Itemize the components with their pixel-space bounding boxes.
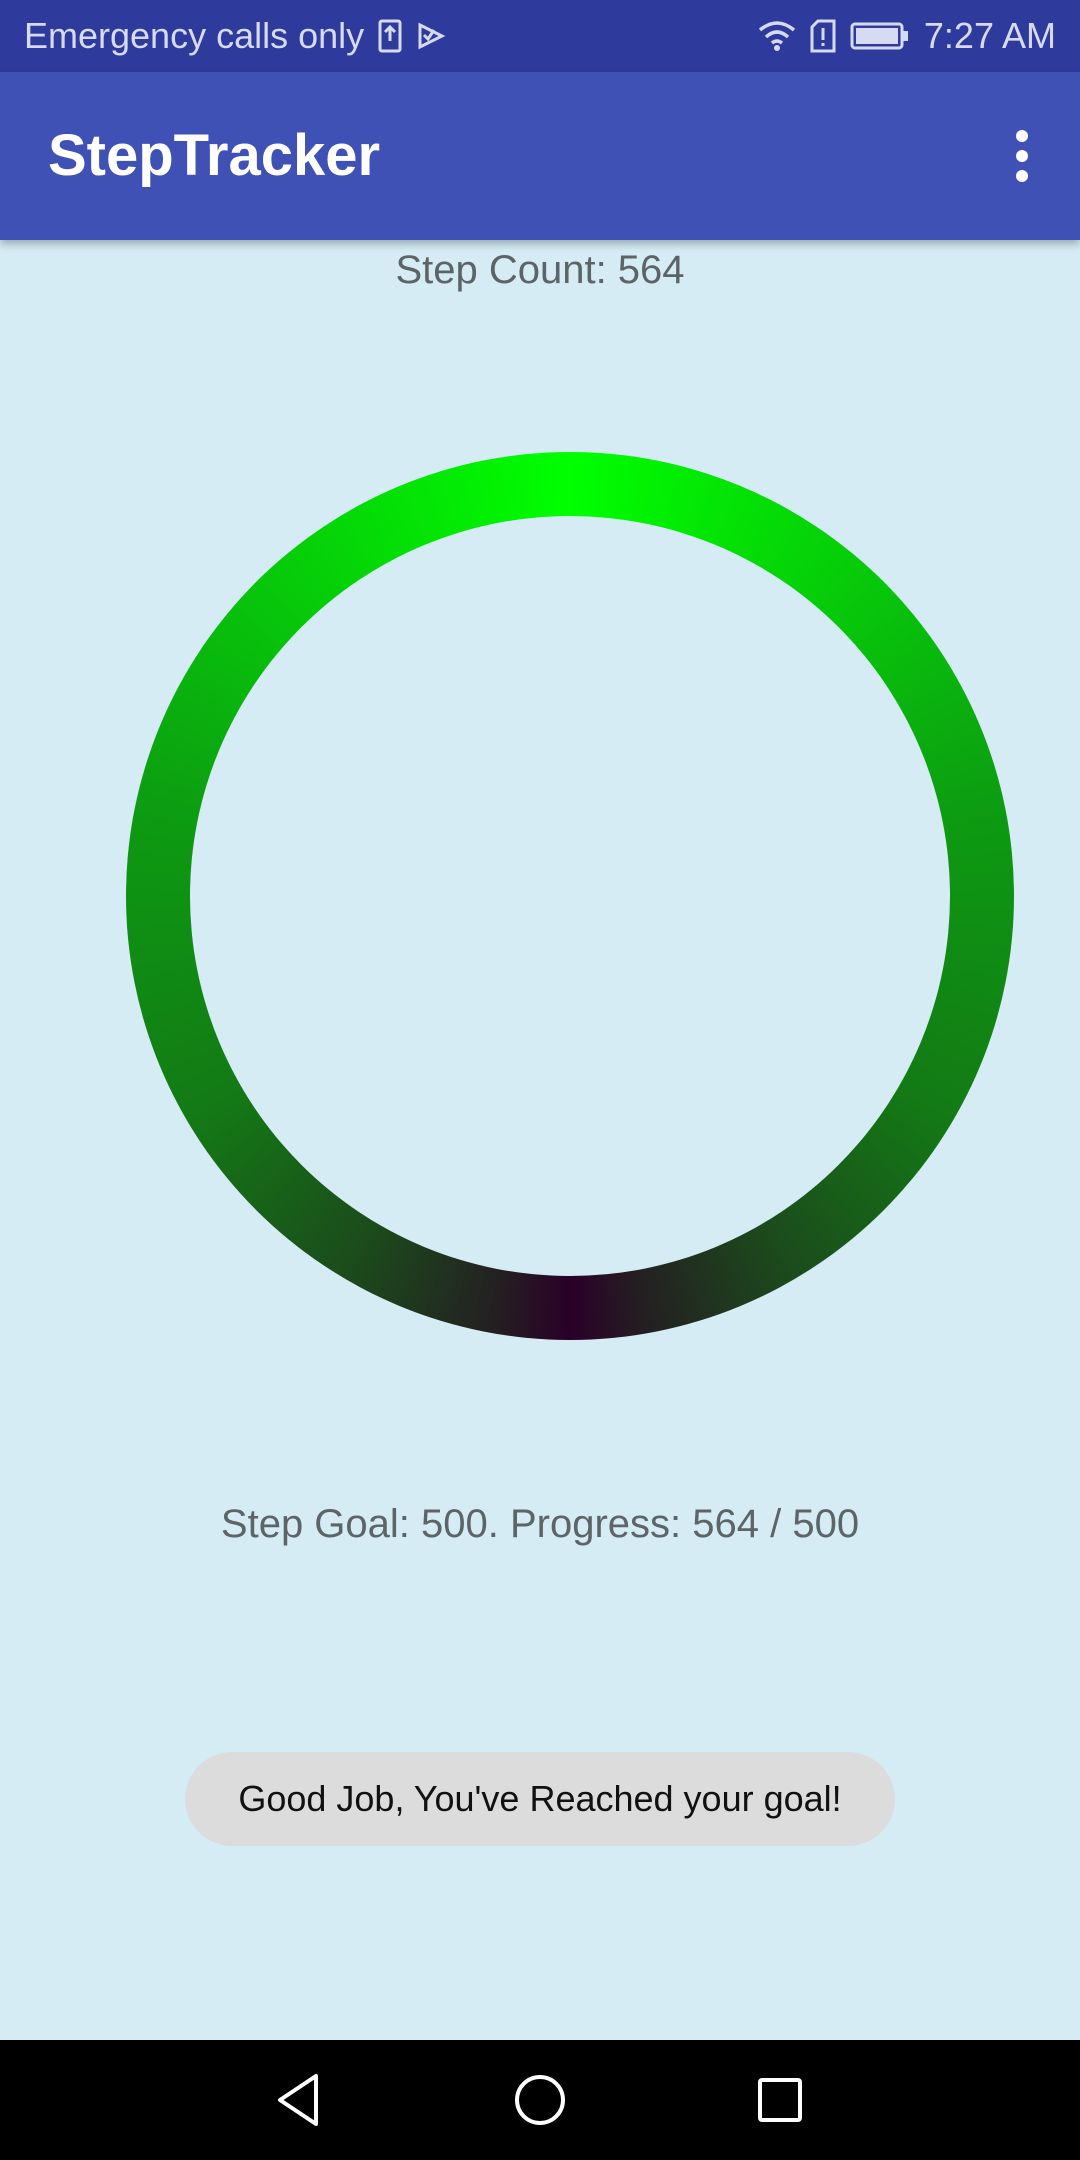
step-goal-label: Step Goal: 500. Progress: 564 / 500 xyxy=(220,1502,860,1546)
status-left: Emergency calls only xyxy=(24,0,446,72)
sim-alert-icon xyxy=(378,19,402,53)
wifi-icon xyxy=(758,20,796,52)
status-bar: Emergency calls only 7:27 AM xyxy=(0,0,1080,72)
carrier-text: Emergency calls only xyxy=(24,15,365,56)
progress-ring-center xyxy=(190,516,950,1276)
progress-ring xyxy=(126,452,1014,1340)
status-right: 7:27 AM xyxy=(758,0,1056,72)
navigation-bar xyxy=(0,2040,1080,2160)
goal-reached-toast: Good Job, You've Reached your goal! xyxy=(185,1752,895,1846)
app-bar: StepTracker xyxy=(0,72,1080,240)
overflow-menu-icon[interactable] xyxy=(1012,128,1032,184)
step-count-label: Step Count: 564 xyxy=(395,248,685,292)
main-content: Step Count: 564 Step Goal: 500. Progress… xyxy=(0,240,1080,2040)
back-icon[interactable] xyxy=(270,2070,330,2130)
recents-icon[interactable] xyxy=(750,2070,810,2130)
notification-icon xyxy=(416,21,446,51)
sim-warning-icon xyxy=(810,19,836,53)
home-icon[interactable] xyxy=(510,2070,570,2130)
battery-icon xyxy=(850,21,910,51)
app-title: StepTracker xyxy=(48,123,381,188)
clock-text: 7:27 AM xyxy=(923,15,1056,56)
